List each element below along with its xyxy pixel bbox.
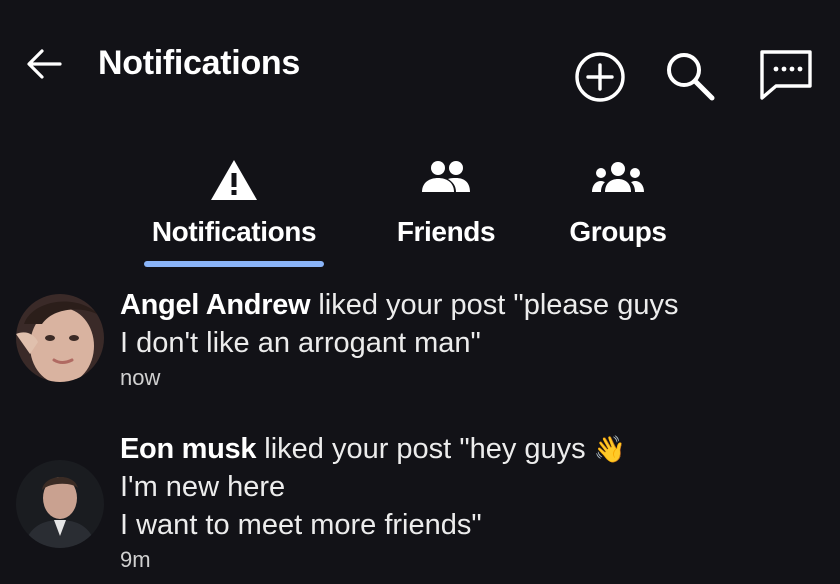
add-circle-icon	[575, 52, 625, 102]
notification-time: 9m	[120, 547, 151, 572]
notification-action: liked your post	[264, 433, 452, 465]
tab-notifications[interactable]: Notifications	[140, 158, 328, 258]
post-text-line: "hey guys	[459, 433, 586, 465]
tab-label: Friends	[396, 216, 496, 247]
chat-bubble-icon	[760, 50, 812, 100]
search-button[interactable]	[660, 46, 716, 102]
avatar[interactable]	[16, 460, 104, 548]
search-icon	[667, 53, 715, 101]
notification-text: Eon musk liked your post "hey guys 👋 I'm…	[120, 430, 800, 574]
add-button[interactable]	[572, 46, 628, 102]
groups-icon	[590, 158, 646, 203]
notification-action: liked your post	[318, 289, 506, 321]
waving-hand-icon: 👋	[593, 434, 627, 464]
back-button[interactable]	[22, 42, 66, 86]
tab-label: Groups	[569, 216, 667, 247]
tab-label: Notifications	[151, 216, 317, 247]
post-text-line: I don't like an arrogant man"	[120, 327, 481, 359]
tab-groups[interactable]: Groups	[562, 158, 674, 258]
arrow-left-icon	[27, 49, 62, 79]
post-text-line: I want to meet more friends"	[120, 509, 482, 541]
avatar[interactable]	[16, 294, 104, 382]
tab-friends[interactable]: Friends	[388, 158, 504, 258]
post-text-line: I'm new here	[120, 471, 286, 503]
active-tab-indicator	[144, 261, 324, 267]
notification-item[interactable]: Eon musk liked your post "hey guys 👋 I'm…	[0, 430, 840, 580]
notification-text: Angel Andrew liked your post "please guy…	[120, 286, 800, 392]
page-title: Notifications	[98, 44, 300, 82]
warning-icon	[209, 158, 259, 207]
user-name[interactable]: Eon musk	[120, 433, 256, 465]
profile-photo-icon	[16, 294, 104, 382]
top-bar: Notifications	[0, 0, 840, 130]
notification-time: now	[120, 365, 161, 390]
post-text-line: "please guys	[513, 289, 679, 321]
friends-icon	[420, 158, 472, 203]
chat-button[interactable]	[756, 46, 812, 102]
notification-item[interactable]: Angel Andrew liked your post "please guy…	[0, 286, 840, 396]
profile-photo-icon	[16, 460, 104, 548]
user-name[interactable]: Angel Andrew	[120, 289, 311, 321]
